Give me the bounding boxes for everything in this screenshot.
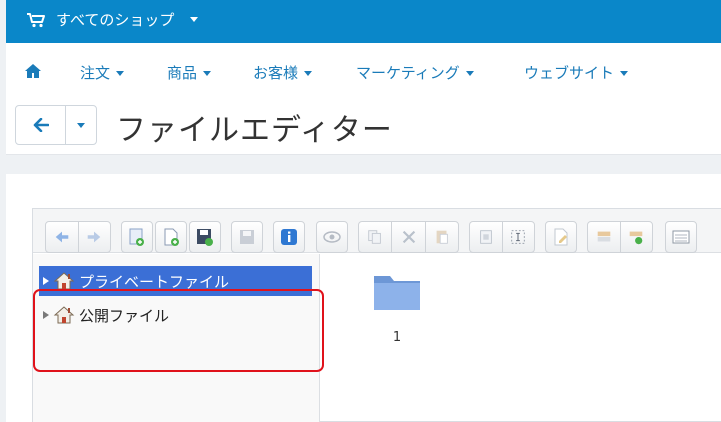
extract-button[interactable]	[621, 228, 652, 246]
select-button[interactable]	[503, 228, 534, 246]
save-button[interactable]	[231, 221, 263, 253]
file-list: 1	[321, 254, 721, 422]
view-button[interactable]	[316, 221, 348, 253]
nav-item-customers[interactable]: お客様	[253, 62, 313, 83]
file-manager: プライベートファイル 公開ファイル 1	[32, 208, 721, 422]
paste-button[interactable]	[426, 228, 458, 246]
back-button-group	[15, 105, 97, 145]
select-button-group	[469, 221, 535, 253]
arrow-left-icon	[33, 118, 49, 132]
chevron-down-icon	[620, 71, 629, 76]
select-icon	[511, 230, 526, 244]
extract-icon	[630, 231, 643, 245]
list-view-icon	[672, 230, 690, 244]
file-manager-toolbar	[33, 209, 721, 253]
edit-button[interactable]	[545, 221, 577, 253]
nav-item-website[interactable]: ウェブサイト	[524, 62, 629, 83]
nav-item-products[interactable]: 商品	[167, 62, 212, 83]
nav-item-marketing[interactable]: マーケティング	[356, 62, 474, 83]
home-icon	[53, 306, 75, 324]
save-icon	[240, 230, 254, 244]
save-as-button[interactable]	[189, 221, 221, 253]
resize-button[interactable]	[588, 228, 620, 246]
paste-icon	[436, 230, 448, 244]
new-file-icon	[164, 228, 179, 246]
expand-arrow-icon[interactable]	[39, 277, 53, 285]
archive-button-group	[587, 221, 653, 253]
tree-item-private[interactable]: プライベートファイル	[39, 266, 312, 296]
forward-history-button[interactable]	[79, 228, 110, 246]
clipboard-button-group	[358, 221, 459, 253]
top-bar: すべてのショップ	[6, 0, 721, 43]
cart-icon	[27, 12, 45, 27]
upload-button[interactable]	[121, 221, 153, 253]
list-view-button[interactable]	[665, 221, 697, 253]
duplicate-button[interactable]	[470, 228, 502, 246]
chevron-down-icon	[465, 71, 474, 76]
info-icon	[281, 229, 297, 245]
main-nav: 注文 商品 お客様 マーケティング ウェブサイト	[6, 43, 721, 99]
shop-selector-label: すべてのショップ	[56, 11, 175, 29]
chevron-down-icon	[190, 17, 199, 22]
chevron-down-icon	[304, 71, 313, 76]
upload-icon	[129, 228, 144, 246]
tree-item-label: プライベートファイル	[79, 272, 230, 291]
nav-item-label: ウェブサイト	[524, 64, 615, 82]
arrow-right-icon	[88, 231, 101, 243]
info-button[interactable]	[273, 221, 305, 253]
save-as-icon	[197, 229, 213, 246]
new-file-button[interactable]	[155, 221, 187, 253]
folder-tree: プライベートファイル 公開ファイル	[33, 254, 320, 422]
chevron-down-icon	[77, 122, 85, 128]
back-button[interactable]	[16, 106, 66, 144]
page-header: ファイルエディター	[6, 99, 721, 155]
history-button-group	[45, 221, 111, 253]
cut-button[interactable]	[392, 228, 424, 246]
chevron-down-icon	[116, 71, 125, 76]
content-panel: プライベートファイル 公開ファイル 1	[6, 174, 721, 422]
tree-item-public[interactable]: 公開ファイル	[39, 300, 312, 330]
home-icon[interactable]	[24, 63, 42, 79]
duplicate-icon	[480, 230, 492, 244]
folder-icon	[374, 276, 420, 310]
home-icon	[53, 272, 75, 290]
eye-icon	[323, 231, 341, 243]
archive-icon	[597, 231, 611, 242]
arrow-left-icon	[55, 231, 69, 243]
back-dropdown-button[interactable]	[66, 106, 96, 144]
edit-icon	[554, 228, 568, 246]
scissors-icon	[402, 230, 415, 244]
nav-item-label: 注文	[80, 64, 111, 82]
shop-selector[interactable]: すべてのショップ	[26, 9, 199, 30]
nav-item-label: お客様	[253, 64, 299, 82]
chevron-down-icon	[203, 71, 212, 76]
nav-item-label: マーケティング	[356, 64, 460, 82]
folder-name: 1	[392, 330, 402, 345]
back-history-button[interactable]	[46, 228, 78, 246]
expand-arrow-icon[interactable]	[39, 311, 53, 319]
copy-button[interactable]	[359, 228, 391, 246]
tree-item-label: 公開ファイル	[79, 306, 170, 325]
page-title: ファイルエディター	[116, 113, 393, 148]
nav-item-label: 商品	[167, 64, 198, 82]
copy-icon	[368, 230, 382, 244]
nav-item-orders[interactable]: 注文	[80, 62, 125, 83]
